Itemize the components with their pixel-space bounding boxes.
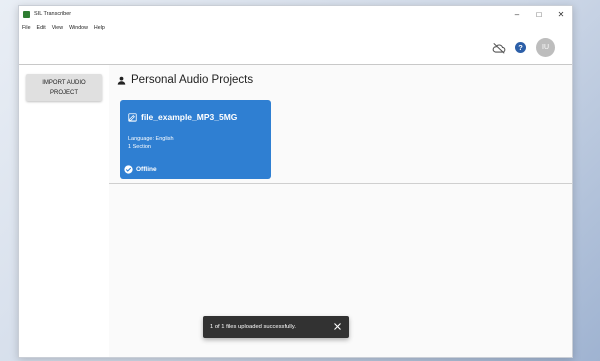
project-language: Language: English [128, 136, 174, 142]
status-label: Offline [136, 166, 157, 173]
person-icon [117, 76, 126, 85]
cloud-off-icon[interactable] [492, 42, 506, 54]
projects-area: Personal Audio Projects file_example_MP3… [109, 65, 572, 184]
menu-window[interactable]: Window [66, 25, 91, 31]
title-bar[interactable]: SIL Transcriber – □ ✕ [19, 6, 572, 22]
menu-view[interactable]: View [49, 25, 66, 31]
app-window: SIL Transcriber – □ ✕ File Edit View Win… [18, 5, 573, 358]
menu-help[interactable]: Help [91, 25, 108, 31]
close-icon[interactable] [333, 322, 342, 331]
import-audio-project-button[interactable]: IMPORT AUDIO PROJECT [26, 74, 102, 101]
sidebar: IMPORT AUDIO PROJECT [19, 65, 109, 357]
menu-file[interactable]: File [19, 25, 34, 31]
minimize-icon[interactable]: – [506, 6, 528, 22]
project-card-header: file_example_MP3_5MG [128, 112, 237, 122]
project-card[interactable]: file_example_MP3_5MG Language: English 1… [120, 100, 271, 179]
section-title: Personal Audio Projects [131, 74, 254, 86]
app-toolbar: ? IU [19, 33, 572, 65]
project-title: file_example_MP3_5MG [141, 112, 238, 122]
app-logo-icon [23, 10, 30, 18]
menu-edit[interactable]: Edit [34, 25, 49, 31]
menu-bar: File Edit View Window Help [19, 22, 572, 33]
section-header: Personal Audio Projects [117, 74, 253, 86]
window-title: SIL Transcriber [34, 11, 72, 17]
project-sections: 1 Section [128, 144, 151, 150]
close-window-icon[interactable]: ✕ [550, 6, 572, 22]
check-circle-icon [124, 165, 133, 174]
help-icon[interactable]: ? [515, 42, 526, 53]
edit-icon[interactable] [128, 112, 137, 122]
upload-toast: 1 of 1 files uploaded successfully. [203, 316, 349, 338]
maximize-icon[interactable]: □ [528, 6, 550, 22]
project-status: Offline [124, 165, 157, 174]
user-avatar[interactable]: IU [536, 38, 555, 57]
toast-message: 1 of 1 files uploaded successfully. [210, 324, 296, 330]
